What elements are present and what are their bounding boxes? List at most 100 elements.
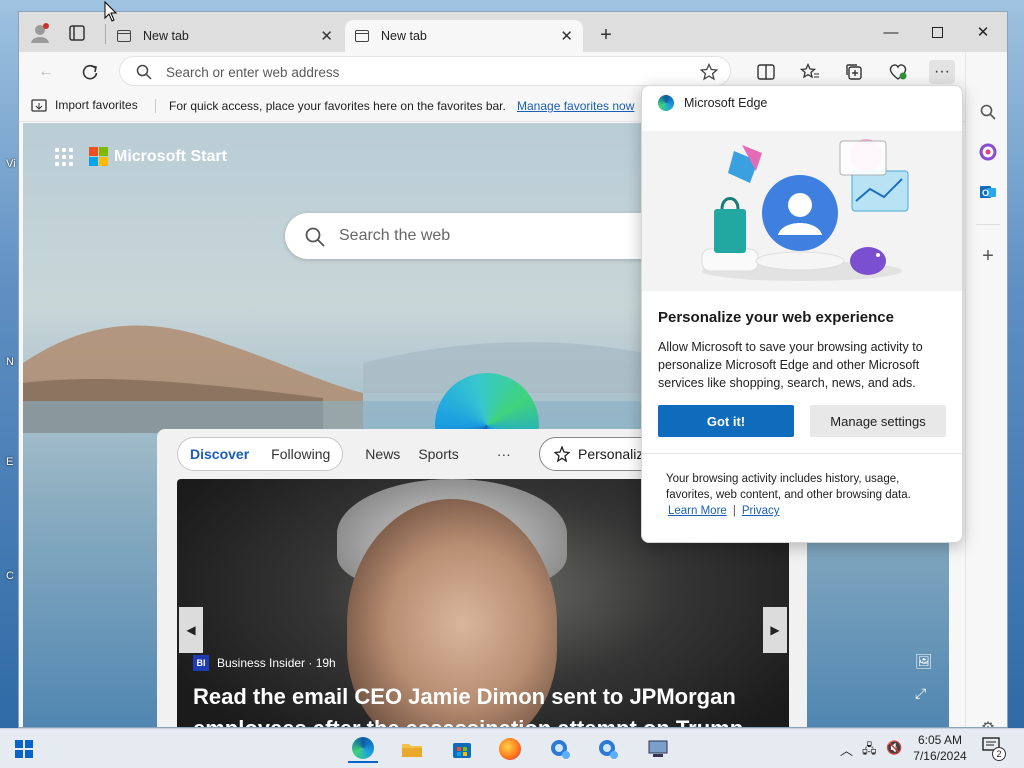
close-tab-icon[interactable]: ✕ xyxy=(320,27,333,45)
refresh-button[interactable] xyxy=(77,60,103,84)
split-screen-icon xyxy=(757,64,775,80)
notifications-button[interactable]: 2 xyxy=(982,737,1006,761)
network-icon[interactable]: 🖧 xyxy=(862,740,877,762)
svg-text:O: O xyxy=(982,188,989,198)
close-tab-icon[interactable]: ✕ xyxy=(560,27,573,45)
got-it-button[interactable]: Got it! xyxy=(658,405,794,437)
taskbar-edge-button[interactable] xyxy=(348,735,378,763)
back-button[interactable]: ← xyxy=(33,60,59,84)
microsoft-start-brand[interactable]: Microsoft Start xyxy=(55,147,227,166)
close-window-button[interactable]: ✕ xyxy=(963,20,1003,44)
desktop-icon-label[interactable]: N xyxy=(6,356,14,368)
expand-icon[interactable]: ⤢ xyxy=(915,685,926,702)
office-icon xyxy=(979,143,997,161)
taskbar-file-explorer-button[interactable] xyxy=(398,735,426,763)
taskbar-clock[interactable]: 6:05 AM 7/16/2024 xyxy=(910,732,970,764)
sidebar-office-button[interactable] xyxy=(976,140,1000,164)
feed-primary-tabs: Discover Following xyxy=(177,437,344,471)
page-icon xyxy=(355,30,369,42)
personalization-illustration xyxy=(642,131,962,291)
import-favorites-button[interactable]: Import favorites xyxy=(31,98,138,112)
address-bar[interactable] xyxy=(119,56,731,86)
tab-title: New tab xyxy=(381,29,427,43)
tab-strip: New tab ✕ New tab ✕ + — ✕ xyxy=(19,12,1007,52)
network-app-icon xyxy=(648,740,668,757)
tab-actions-icon xyxy=(69,25,85,41)
manage-favorites-link[interactable]: Manage favorites now xyxy=(517,99,634,113)
taskbar-firefox-button[interactable] xyxy=(496,735,524,763)
profile-avatar[interactable] xyxy=(29,22,51,44)
maximize-button[interactable] xyxy=(917,20,957,44)
manage-settings-button[interactable]: Manage settings xyxy=(810,405,946,437)
sidebar-add-button[interactable]: + xyxy=(976,244,1000,268)
sidebar-divider xyxy=(976,224,1000,225)
maximize-icon xyxy=(931,26,943,38)
favorite-star-icon[interactable] xyxy=(700,63,718,81)
taskbar-app-button[interactable] xyxy=(594,735,622,763)
tab-following[interactable]: Following xyxy=(271,446,330,462)
tab-actions-button[interactable] xyxy=(67,24,87,42)
flyout-footer-text: Your browsing activity includes history,… xyxy=(666,473,911,501)
start-button[interactable] xyxy=(10,735,38,763)
taskbar-app-button[interactable] xyxy=(546,735,574,763)
import-favorites-label: Import favorites xyxy=(55,98,138,112)
learn-more-link[interactable]: Learn More xyxy=(668,505,727,517)
apps-grid-icon[interactable] xyxy=(55,147,73,166)
search-icon xyxy=(305,227,325,247)
new-tab-button[interactable]: + xyxy=(593,24,619,46)
microsoft-logo-icon xyxy=(89,147,108,166)
tab-discover[interactable]: Discover xyxy=(190,446,249,462)
feed-tabs: Discover Following News Sports ··· xyxy=(177,437,511,471)
desktop-icon-label[interactable]: Vi xyxy=(6,158,16,170)
minimize-button[interactable]: — xyxy=(871,20,911,44)
tab-news[interactable]: News xyxy=(365,446,400,462)
sidebar-outlook-button[interactable]: O xyxy=(976,180,1000,204)
tab-sports[interactable]: Sports xyxy=(418,446,458,462)
refresh-icon xyxy=(82,64,98,80)
carousel-prev-button[interactable]: ◀ xyxy=(179,607,203,653)
change-background-icon[interactable]: 🖼 xyxy=(915,653,933,670)
arrow-left-icon: ← xyxy=(38,63,54,80)
sidebar-settings-button[interactable]: ⚙ xyxy=(976,716,1000,727)
divider xyxy=(642,453,962,454)
more-categories-button[interactable]: ··· xyxy=(497,446,511,462)
mouse-cursor-icon xyxy=(104,1,118,22)
taskbar: ︿ 🖧 🔇 6:05 AM 7/16/2024 2 xyxy=(0,728,1024,768)
favorites-button[interactable] xyxy=(797,60,823,84)
personalize-label: Personaliz xyxy=(578,446,644,462)
search-icon xyxy=(980,104,996,120)
web-search-box[interactable]: Search the web xyxy=(285,213,685,259)
tab-new-tab-1[interactable]: New tab ✕ xyxy=(107,20,343,52)
carousel-next-button[interactable]: ▶ xyxy=(763,607,787,653)
privacy-link[interactable]: Privacy xyxy=(742,505,780,517)
browser-essentials-button[interactable] xyxy=(885,60,911,84)
flyout-links: Learn More | Privacy xyxy=(668,505,780,517)
settings-and-more-button[interactable]: ··· xyxy=(929,60,955,84)
show-hidden-icons-button[interactable]: ︿ xyxy=(840,740,853,759)
flyout-app-name: Microsoft Edge xyxy=(684,96,768,110)
folder-icon xyxy=(402,744,422,757)
edge-logo-icon xyxy=(658,95,674,111)
taskbar-store-button[interactable] xyxy=(448,735,476,763)
more-dots-icon: ··· xyxy=(934,63,950,80)
taskbar-app-button[interactable] xyxy=(644,735,672,763)
chevron-right-icon: ▶ xyxy=(770,623,780,637)
desktop-icon-label[interactable]: C xyxy=(6,570,14,582)
chevron-left-icon: ◀ xyxy=(186,623,196,637)
firefox-icon xyxy=(499,738,521,760)
heart-pulse-icon xyxy=(889,64,907,80)
article-source: BI Business Insider · 19h xyxy=(193,655,336,671)
article-headline[interactable]: Read the email CEO Jamie Dimon sent to J… xyxy=(193,681,783,727)
tab-new-tab-2[interactable]: New tab ✕ xyxy=(345,20,583,52)
sidebar-search-button[interactable] xyxy=(976,100,1000,124)
address-input[interactable] xyxy=(166,61,666,83)
flyout-description: Allow Microsoft to save your browsing ac… xyxy=(658,340,923,390)
desktop-icon-label[interactable]: E xyxy=(6,456,13,468)
clock-date: 7/16/2024 xyxy=(913,749,967,763)
split-screen-button[interactable] xyxy=(753,60,779,84)
personalization-flyout: Microsoft Edge Personalize your web expe… xyxy=(641,85,963,543)
volume-muted-icon[interactable]: 🔇 xyxy=(886,740,902,756)
flyout-title: Personalize your web experience xyxy=(658,309,894,326)
flyout-header: Microsoft Edge xyxy=(658,95,767,111)
collections-button[interactable] xyxy=(841,60,867,84)
